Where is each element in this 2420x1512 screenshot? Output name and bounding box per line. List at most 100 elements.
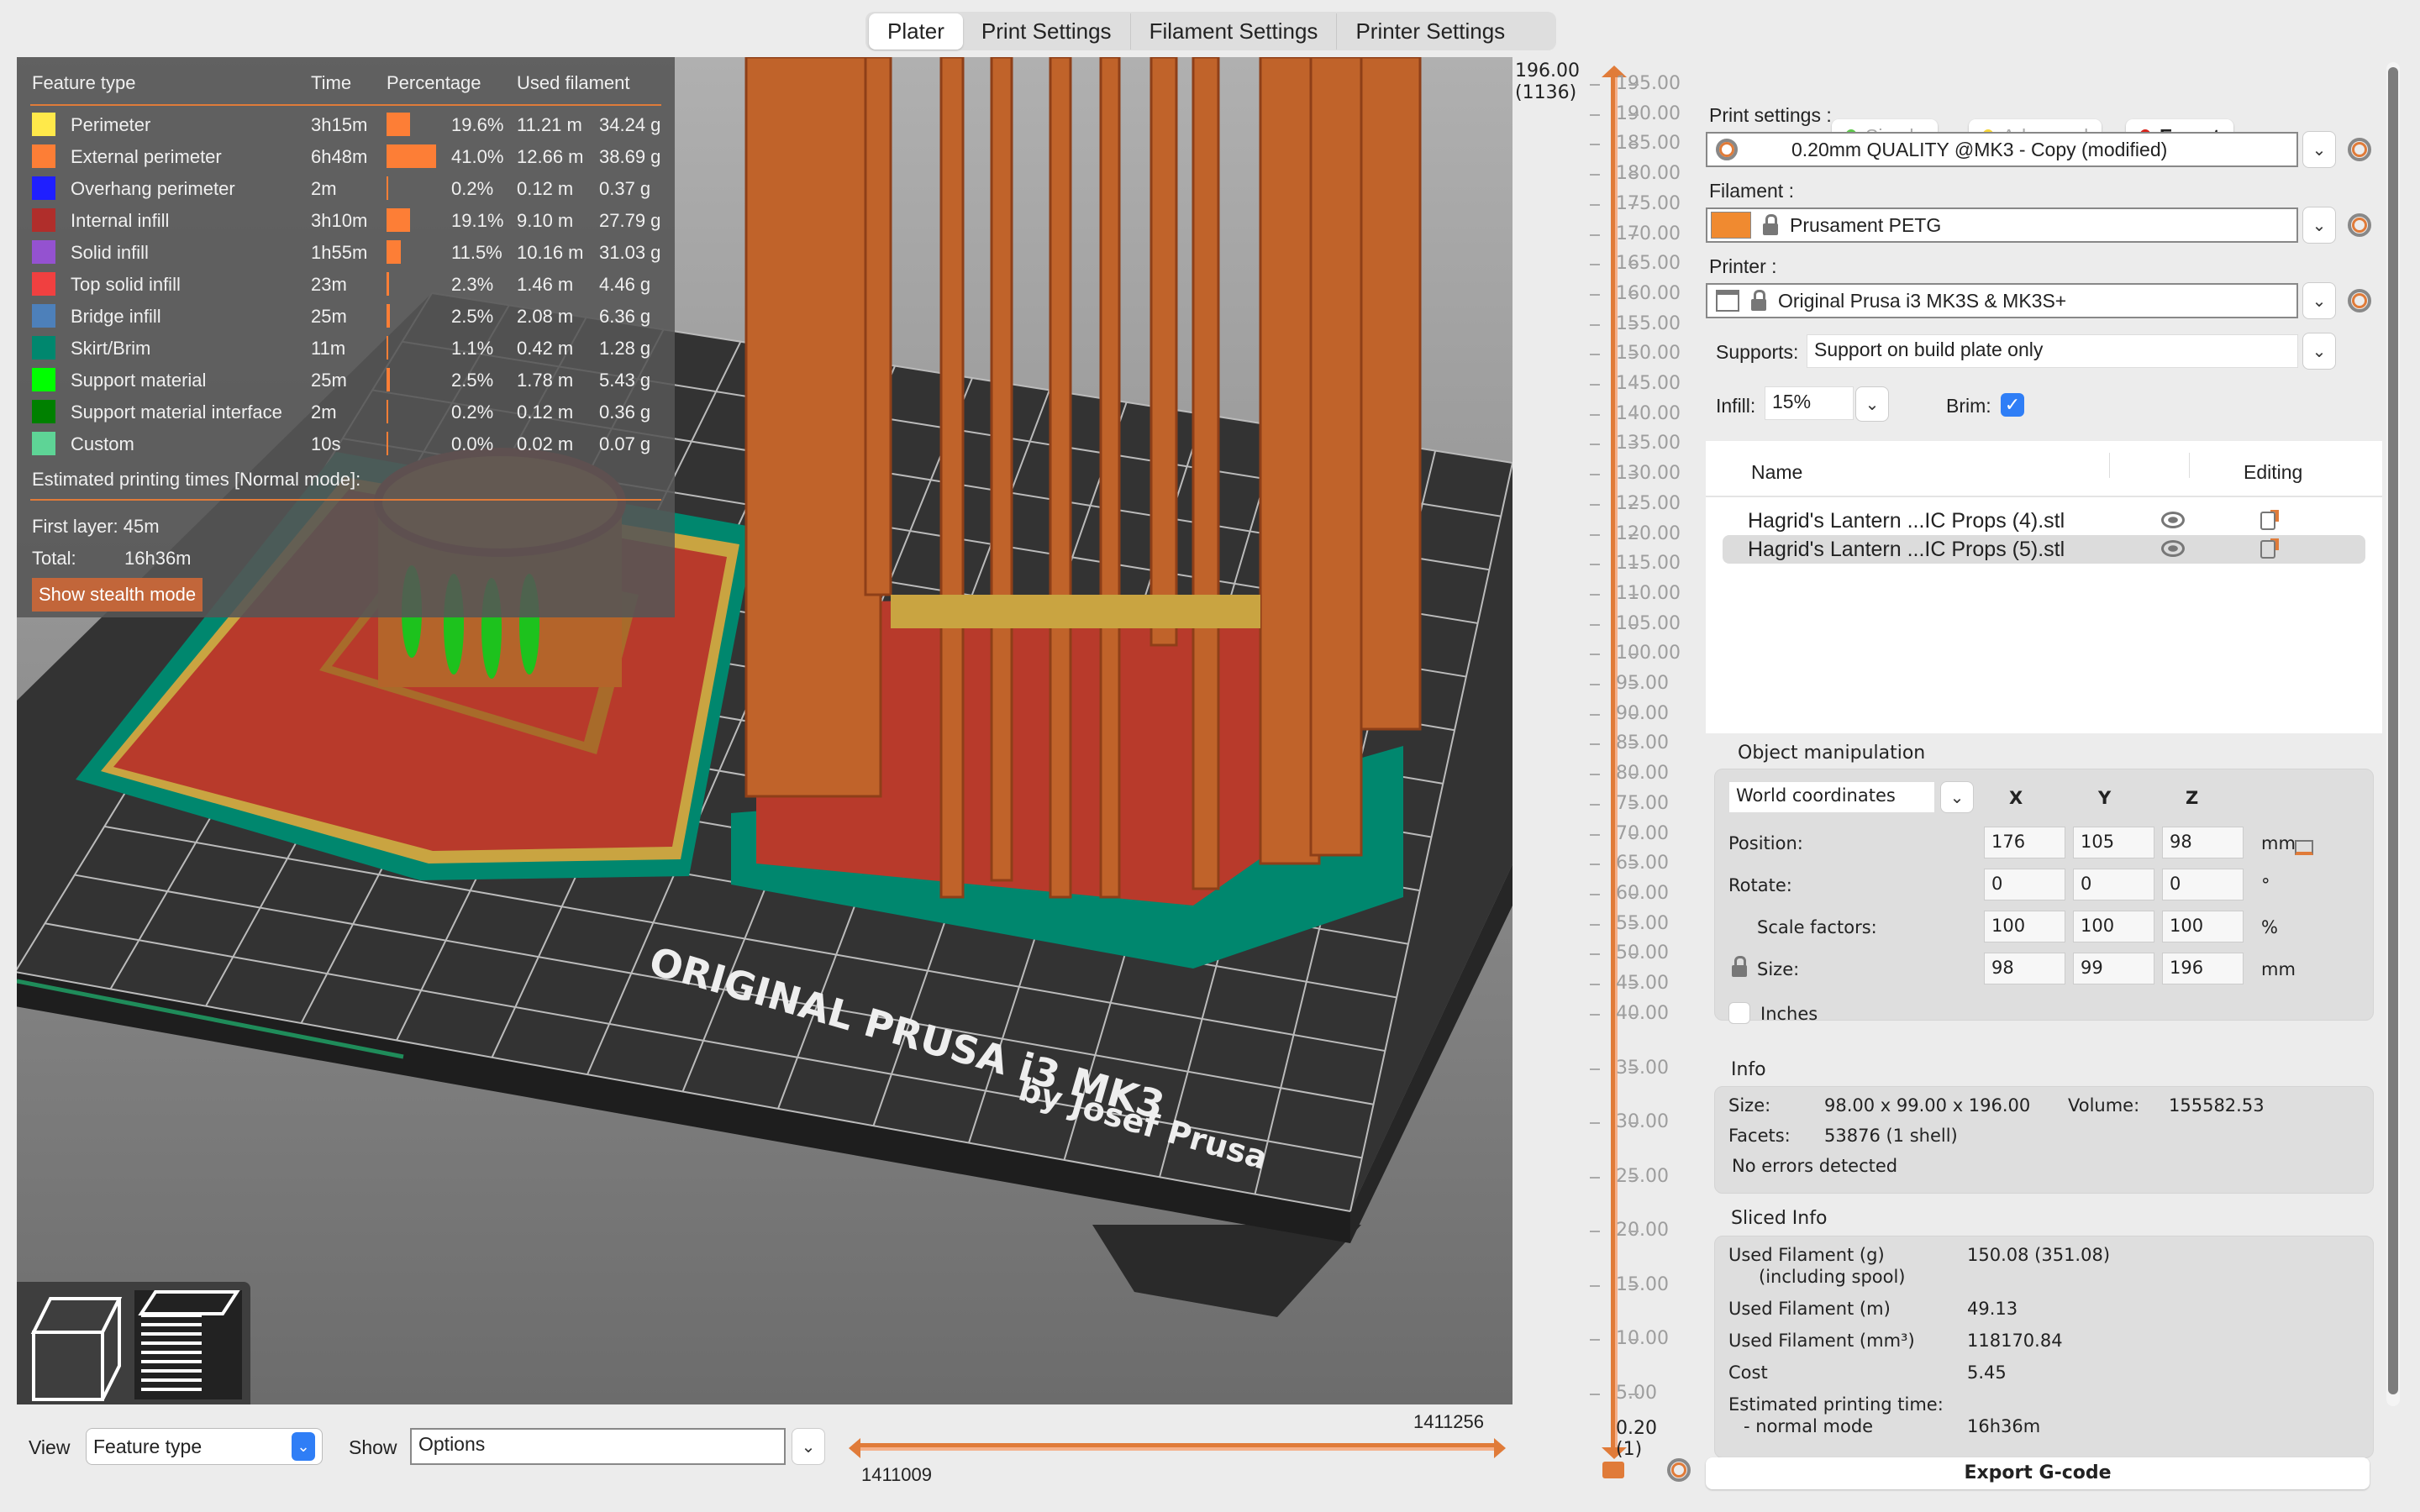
legend-percentage-bar [387,272,390,296]
horizontal-move-slider[interactable] [857,1443,1496,1451]
scale-lock-icon[interactable] [1732,956,1747,978]
legend-percentage-bar [387,208,410,232]
view-label: View [29,1436,71,1458]
scale-y-input[interactable]: 100 [2073,911,2154,942]
slider-right-handle[interactable] [1494,1438,1506,1458]
supports-select[interactable]: Support on build plate only [1807,334,2298,368]
column-divider [2109,453,2110,478]
scale-z-input[interactable]: 100 [2162,911,2244,942]
layer-tick [1628,713,1639,716]
eye-icon[interactable] [2161,512,2185,528]
layer-tick [1628,354,1639,356]
3d-preview-viewport[interactable]: ORIGINAL PRUSA i3 MK3 by Josef Prusa Fea… [17,57,1512,1404]
legend-feature-name: Overhang perimeter [71,178,235,199]
legend-percentage: 2.5% [451,370,494,391]
layer-height-tick-label: 30.00 [1616,1111,1669,1132]
position-z-input[interactable]: 98 [2162,827,2244,858]
filament-combo[interactable]: Prusament PETG [1706,207,2298,243]
rotate-z-input[interactable]: 0 [2162,869,2244,900]
legend-percentage: 19.1% [451,210,504,231]
size-y-input[interactable]: 99 [2073,953,2154,984]
infill-input[interactable]: 15% [1765,386,1854,420]
brim-checkbox[interactable]: ✓ [2001,393,2024,417]
object-list: Name Editing Hagrid's Lantern ...IC Prop… [1706,441,2382,733]
export-gcode-button[interactable]: Export G-code [1706,1457,2370,1489]
printer-icon [1716,290,1739,312]
layer-height-tick-label: 175.00 [1616,192,1681,214]
position-x-input[interactable]: 176 [1984,827,2065,858]
sidebar-scrollbar-thumb[interactable] [2388,67,2398,1394]
legend-weight: 34.24 g [599,114,661,135]
size-z-input[interactable]: 196 [2162,953,2244,984]
position-unit: mm [2261,833,2296,853]
show-options-dropdown[interactable]: ⌄ [792,1428,825,1465]
sidebar-scrollbar-track[interactable] [2386,62,2400,1406]
legend-weight: 6.36 g [599,306,651,327]
3d-view-icon[interactable] [30,1297,123,1401]
gear-icon[interactable] [1667,1458,1691,1482]
show-stealth-mode-button[interactable]: Show stealth mode [32,578,203,612]
sliced-info-label: - normal mode [1744,1416,1874,1436]
legend-percentage: 19.6% [451,114,504,135]
layer-tick [1590,474,1600,476]
show-options-field[interactable]: Options [410,1428,786,1465]
legend-feature-name: Internal infill [71,210,170,231]
edit-settings-icon[interactable] [2260,540,2275,559]
tab-print-settings[interactable]: Print Settings [963,13,1131,50]
layer-tick [1590,413,1600,416]
tab-plater[interactable]: Plater [869,13,963,50]
legend-percentage: 1.1% [451,338,494,359]
layer-height-tick-label: 195.00 [1616,73,1681,94]
slider-left-handle[interactable] [849,1438,860,1458]
print-settings-combo[interactable]: 0.20mm QUALITY @MK3 - Copy (modified) [1706,132,2298,167]
layer-tick [1590,1013,1600,1016]
layer-slider-track[interactable] [1611,72,1618,1450]
eye-icon[interactable] [2161,540,2185,557]
supports-dropdown[interactable]: ⌄ [2302,333,2336,370]
layer-height-tick-label: 60.00 [1616,882,1669,904]
coordinates-dropdown[interactable]: ⌄ [1940,781,1974,813]
layer-height-tick-label: 110.00 [1616,582,1681,604]
filament-dropdown[interactable]: ⌄ [2302,207,2336,244]
legend-percentage: 0.0% [451,433,494,454]
layer-tick [1628,743,1639,746]
info-size-label: Size: [1728,1095,1771,1116]
show-label: Show [349,1436,397,1458]
layer-height-tick-label: 140.00 [1616,402,1681,424]
coordinates-select[interactable]: World coordinates [1728,781,1935,813]
size-x-input[interactable]: 98 [1984,953,2065,984]
layer-tick [1590,774,1600,776]
rotate-y-input[interactable]: 0 [2073,869,2154,900]
layer-tick [1590,503,1600,506]
object-list-item[interactable]: Hagrid's Lantern ...IC Props (5).stl [1723,535,2365,564]
layer-slider[interactable]: 196.00 (1136) 195.00 190.00 185.00 180.00 17… [1512,57,1697,1487]
edit-print-settings-icon[interactable] [2348,138,2371,161]
drop-to-bed-icon[interactable] [2295,840,2313,855]
layer-height-tick-label: 105.00 [1616,612,1681,634]
edit-filament-icon[interactable] [2348,213,2371,237]
sliced-info-label: Used Filament (mm³) [1728,1331,1915,1351]
rotate-x-input[interactable]: 0 [1984,869,2065,900]
print-settings-dropdown[interactable]: ⌄ [2302,131,2336,168]
infill-dropdown[interactable]: ⌄ [1855,386,1889,422]
column-editing: Editing [2244,461,2303,483]
position-y-input[interactable]: 105 [2073,827,2154,858]
layer-tick [1590,893,1600,895]
layer-tick [1590,234,1600,236]
tab-printer-settings[interactable]: Printer Settings [1337,13,1523,50]
tower-wall [990,57,1013,882]
printer-dropdown[interactable]: ⌄ [2302,282,2336,319]
unlock-icon[interactable] [1602,1462,1624,1478]
edit-settings-icon[interactable] [2260,512,2275,530]
legend-weight: 1.28 g [599,338,651,359]
scale-x-input[interactable]: 100 [1984,911,2065,942]
bed-foot [1092,1225,1361,1317]
printer-combo[interactable]: Original Prusa i3 MK3S & MK3S+ [1706,283,2298,318]
view-type-select[interactable]: Feature type ⌄ [86,1428,323,1465]
edit-printer-icon[interactable] [2348,289,2371,312]
tab-filament-settings[interactable]: Filament Settings [1131,13,1338,50]
layer-height-tick-label: 80.00 [1616,763,1669,785]
object-list-item[interactable]: Hagrid's Lantern ...IC Props (4).stl [1723,507,2365,535]
inches-checkbox[interactable] [1728,1002,1750,1024]
legend-color-swatch [32,336,55,360]
